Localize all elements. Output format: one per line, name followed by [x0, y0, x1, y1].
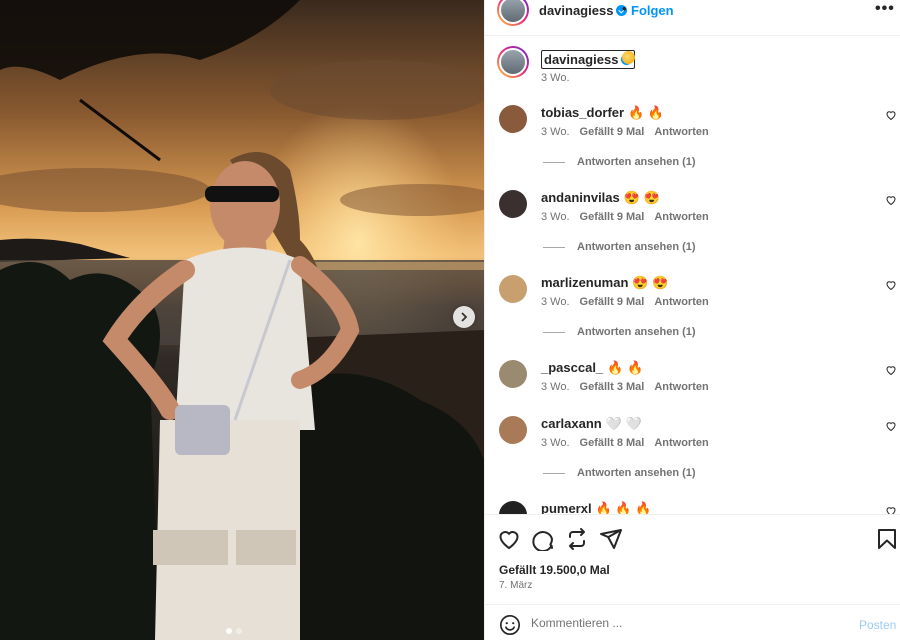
commenter-avatar[interactable]	[499, 416, 527, 444]
commenter-avatar[interactable]	[499, 501, 527, 514]
comment-likes[interactable]: Gefällt 8 Mal	[580, 437, 645, 449]
comment-meta: 3 Wo. Gefällt 9 Mal Antworten	[541, 126, 709, 138]
author-username[interactable]: davinagiess	[539, 3, 628, 18]
view-replies-button[interactable]: Antworten ansehen (1)	[543, 326, 696, 338]
comment-text: marlizenuman 😍 😍	[541, 275, 669, 290]
sun-emoji-icon	[622, 51, 635, 64]
comment-item: pumerxl 🔥 🔥 🔥	[485, 501, 900, 514]
comment-icon[interactable]	[531, 527, 555, 551]
next-image-icon	[461, 312, 468, 322]
heart-icon[interactable]	[885, 109, 897, 121]
comment-input[interactable]	[531, 616, 831, 630]
post-date: 7. März	[499, 580, 533, 591]
comment-meta: 3 Wo. Gefällt 3 Mal Antworten	[541, 381, 709, 393]
comment-likes[interactable]: Gefällt 9 Mal	[580, 126, 645, 138]
commenter-avatar[interactable]	[499, 190, 527, 218]
carousel-indicator	[226, 628, 242, 634]
heart-icon[interactable]	[885, 279, 897, 291]
post-header: davinagiess • Folgen •••	[485, 0, 900, 36]
comment-composer: Posten	[485, 604, 900, 640]
post-image	[0, 0, 484, 640]
reply-button[interactable]: Antworten	[654, 296, 708, 308]
reply-button[interactable]: Antworten	[654, 126, 708, 138]
heart-icon[interactable]	[885, 420, 897, 432]
heart-icon[interactable]	[885, 194, 897, 206]
comment-text: carlaxann 🤍 🤍	[541, 416, 642, 431]
more-options-icon[interactable]: •••	[875, 0, 895, 18]
view-replies-button[interactable]: Antworten ansehen (1)	[543, 156, 696, 168]
caption-timestamp: 3 Wo.	[541, 72, 570, 84]
comment-meta: 3 Wo. Gefällt 9 Mal Antworten	[541, 296, 709, 308]
likes-count[interactable]: Gefällt 19.500,0 Mal	[499, 563, 610, 577]
author-avatar[interactable]	[497, 0, 529, 26]
reply-button[interactable]: Antworten	[654, 381, 708, 393]
comment-likes[interactable]: Gefällt 9 Mal	[580, 211, 645, 223]
post-sidebar: davinagiess • Folgen ••• davinagiess 3 W…	[484, 0, 900, 640]
follow-button[interactable]: Folgen	[631, 3, 674, 18]
action-bar: Gefällt 19.500,0 Mal 7. März	[485, 514, 900, 604]
carousel-dot	[236, 628, 242, 634]
comment-likes[interactable]: Gefällt 9 Mal	[580, 296, 645, 308]
header-separator: •	[622, 1, 627, 16]
comment-meta: 3 Wo. Gefällt 8 Mal Antworten	[541, 437, 709, 449]
commenter-avatar[interactable]	[499, 360, 527, 388]
reply-button[interactable]: Antworten	[654, 437, 708, 449]
heart-icon[interactable]	[497, 527, 521, 551]
send-icon[interactable]	[599, 527, 623, 551]
post-comment-button[interactable]: Posten	[859, 618, 896, 632]
carousel-dot-active	[226, 628, 232, 634]
share-icon[interactable]	[565, 527, 589, 551]
comment-text: andaninvilas 😍 😍	[541, 190, 660, 205]
comment-text: pumerxl 🔥 🔥 🔥	[541, 501, 652, 514]
view-replies-button[interactable]: Antworten ansehen (1)	[543, 467, 696, 479]
reply-button[interactable]: Antworten	[654, 211, 708, 223]
next-image-button[interactable]	[453, 306, 475, 328]
commenter-avatar[interactable]	[499, 275, 527, 303]
heart-icon[interactable]	[885, 505, 897, 514]
comment-text: tobias_dorfer 🔥 🔥	[541, 105, 665, 120]
caption-avatar[interactable]	[497, 46, 529, 78]
emoji-icon[interactable]	[499, 614, 521, 636]
view-replies-button[interactable]: Antworten ansehen (1)	[543, 241, 696, 253]
sunset-beach-photo	[0, 0, 484, 640]
commenter-avatar[interactable]	[499, 105, 527, 133]
caption-username[interactable]: davinagiess	[541, 50, 636, 69]
comment-meta: 3 Wo. Gefällt 9 Mal Antworten	[541, 211, 709, 223]
comment-text: _pasccal_ 🔥 🔥	[541, 360, 644, 375]
heart-icon[interactable]	[885, 364, 897, 376]
bookmark-icon[interactable]	[875, 527, 899, 551]
comment-likes[interactable]: Gefällt 3 Mal	[580, 381, 645, 393]
